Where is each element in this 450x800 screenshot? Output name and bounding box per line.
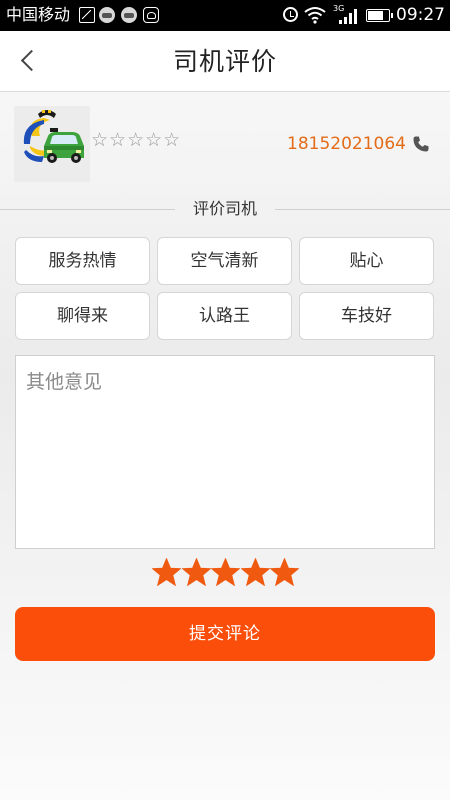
driver-phone-number: 18152021064 [287, 134, 406, 154]
tag-button-chatty[interactable]: 聊得来 [15, 292, 150, 340]
tag-button-service[interactable]: 服务热情 [15, 237, 150, 285]
star-rating [152, 558, 299, 588]
carrier-name: 中国移动 [6, 5, 71, 24]
rating-star-1[interactable] [152, 558, 181, 586]
page-title: 司机评价 [172, 47, 277, 76]
app-notification-icon [143, 7, 159, 23]
section-label: 评价司机 [192, 199, 257, 218]
battery-icon [366, 9, 393, 22]
divider [0, 209, 175, 210]
tag-button-good-driving[interactable]: 车技好 [299, 292, 434, 340]
tag-button-knows-routes[interactable]: 认路王 [157, 292, 292, 340]
signal-strength-icon [337, 8, 359, 24]
driver-rating-stars: ☆☆☆☆☆ [91, 129, 182, 151]
taxi-notification-icon [99, 7, 115, 23]
app-header: 司机评价 [0, 31, 450, 92]
taxi-logo-icon [14, 106, 90, 182]
main-content: ☆☆☆☆☆ 18152021064 评价司机 服务热情 空气清新 贴心 聊得来 … [0, 92, 450, 800]
divider [275, 209, 450, 210]
rating-star-5[interactable] [270, 558, 299, 586]
phone-icon [412, 135, 430, 153]
wifi-icon [304, 6, 326, 24]
tag-button-fresh-air[interactable]: 空气清新 [157, 237, 292, 285]
tag-button-considerate[interactable]: 贴心 [299, 237, 434, 285]
taxi-notification-icon [121, 7, 137, 23]
submit-review-button[interactable]: 提交评论 [15, 607, 435, 661]
rating-star-4[interactable] [240, 558, 270, 586]
rating-star-3[interactable] [211, 558, 240, 586]
rating-star-2[interactable] [181, 558, 211, 586]
alarm-icon [283, 7, 298, 22]
driver-avatar [14, 106, 90, 182]
status-time: 09:27 [396, 5, 445, 25]
comment-input[interactable] [15, 355, 435, 549]
sim-card-icon [79, 7, 95, 23]
call-driver-button[interactable]: 18152021064 [287, 134, 430, 154]
status-bar: 中国移动 3G 09:27 [0, 0, 450, 31]
